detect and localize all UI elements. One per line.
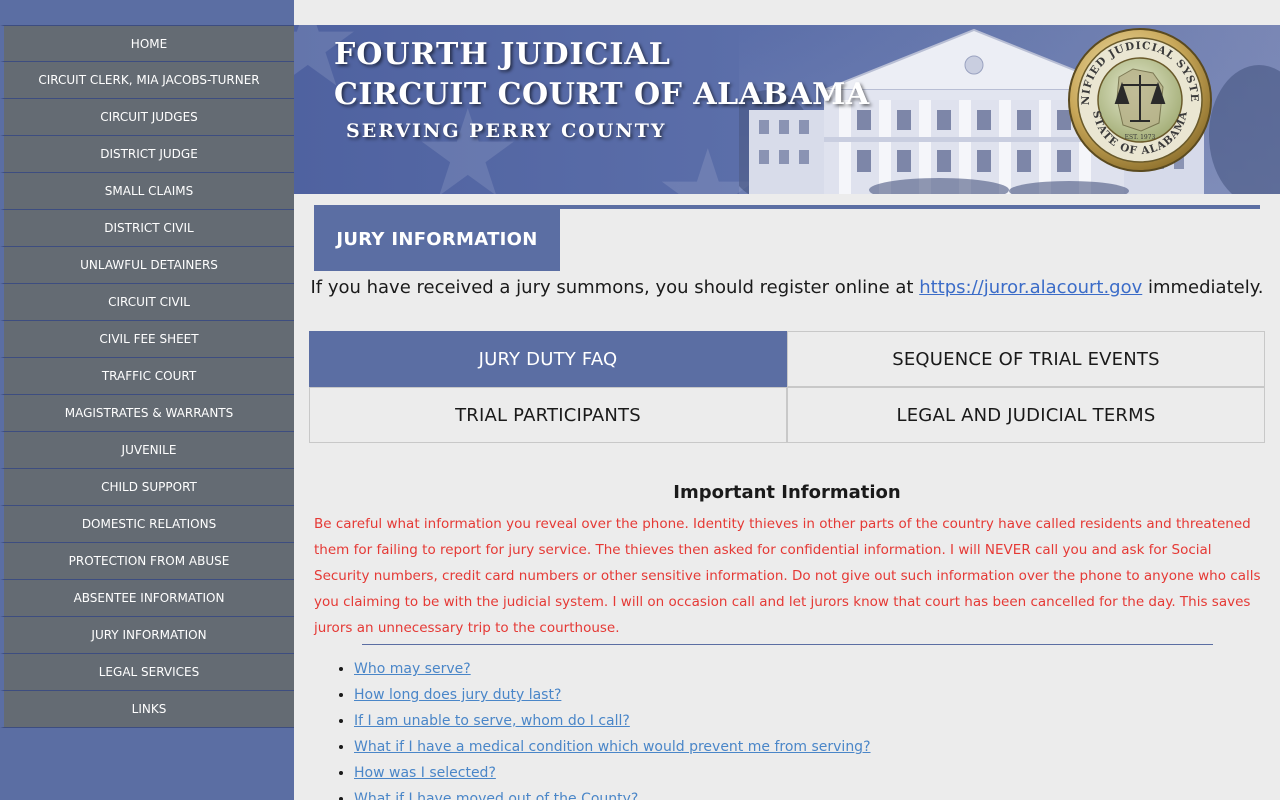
nav-absentee-information[interactable]: ABSENTEE INFORMATION [0, 580, 294, 617]
faq-item: Who may serve? [354, 656, 871, 682]
nav-small-claims[interactable]: SMALL CLAIMS [0, 173, 294, 210]
svg-text:EST. 1973: EST. 1973 [1125, 134, 1156, 141]
faq-item: How was I selected? [354, 760, 871, 786]
faq-link-medical-condition[interactable]: What if I have a medical condition which… [354, 739, 871, 755]
tab-legal-and-judicial-terms[interactable]: LEGAL AND JUDICIAL TERMS [787, 387, 1265, 443]
main-content: JURY INFORMATION If you have received a … [294, 194, 1280, 800]
faq-link-who-may-serve[interactable]: Who may serve? [354, 661, 471, 677]
faq-item: How long does jury duty last? [354, 682, 871, 708]
page-title: JURY INFORMATION [314, 209, 560, 271]
nav-child-support[interactable]: CHILD SUPPORT [0, 469, 294, 506]
nav-jury-information[interactable]: JURY INFORMATION [0, 617, 294, 654]
site-banner: ★ ★ ★ [294, 25, 1280, 194]
faq-list: Who may serve? How long does jury duty l… [334, 656, 871, 800]
nav-magistrates-warrants[interactable]: MAGISTRATES & WARRANTS [0, 395, 294, 432]
nav-traffic-court[interactable]: TRAFFIC COURT [0, 358, 294, 395]
main-nav: HOME CIRCUIT CLERK, MIA JACOBS-TURNER CI… [0, 25, 294, 728]
faq-item: If I am unable to serve, whom do I call? [354, 708, 871, 734]
nav-civil-fee-sheet[interactable]: CIVIL FEE SHEET [0, 321, 294, 358]
tab-trial-participants[interactable]: TRIAL PARTICIPANTS [309, 387, 787, 443]
faq-link-unable-to-serve[interactable]: If I am unable to serve, whom do I call? [354, 713, 630, 729]
faq-link-how-long[interactable]: How long does jury duty last? [354, 687, 561, 703]
jury-info-tabs: JURY DUTY FAQ SEQUENCE OF TRIAL EVENTS T… [309, 331, 1265, 443]
alabama-seal-logo: UNIFIED JUDICIAL SYSTEM STATE OF ALABAMA… [1067, 27, 1212, 172]
summons-text-before: If you have received a jury summons, you… [310, 277, 920, 298]
phone-scam-warning: Be careful what information you reveal o… [314, 516, 1261, 636]
banner-title-line3: SERVING PERRY COUNTY [346, 120, 667, 142]
faq-link-how-selected[interactable]: How was I selected? [354, 765, 496, 781]
nav-district-civil[interactable]: DISTRICT CIVIL [0, 210, 294, 247]
tab-jury-duty-faq[interactable]: JURY DUTY FAQ [309, 331, 787, 387]
summons-notice: If you have received a jury summons, you… [294, 277, 1280, 298]
summons-text-after: immediately. [1142, 277, 1264, 298]
nav-district-judge[interactable]: DISTRICT JUDGE [0, 136, 294, 173]
sidebar: HOME CIRCUIT CLERK, MIA JACOBS-TURNER CI… [0, 0, 294, 800]
nav-links[interactable]: LINKS [0, 691, 294, 728]
banner-title-line2: CIRCUIT COURT OF ALABAMA [334, 77, 870, 112]
nav-circuit-clerk[interactable]: CIRCUIT CLERK, MIA JACOBS-TURNER [0, 62, 294, 99]
faq-item: What if I have moved out of the County? [354, 786, 871, 800]
nav-domestic-relations[interactable]: DOMESTIC RELATIONS [0, 506, 294, 543]
nav-unlawful-detainers[interactable]: UNLAWFUL DETAINERS [0, 247, 294, 284]
faq-item: What if I have a medical condition which… [354, 734, 871, 760]
section-divider [362, 644, 1213, 645]
juror-registration-link[interactable]: https://juror.alacourt.gov [919, 277, 1142, 298]
important-info-heading: Important Information [673, 482, 901, 503]
faq-link-moved-out[interactable]: What if I have moved out of the County? [354, 791, 638, 800]
nav-juvenile[interactable]: JUVENILE [0, 432, 294, 469]
nav-protection-from-abuse[interactable]: PROTECTION FROM ABUSE [0, 543, 294, 580]
nav-circuit-judges[interactable]: CIRCUIT JUDGES [0, 99, 294, 136]
tab-sequence-of-trial-events[interactable]: SEQUENCE OF TRIAL EVENTS [787, 331, 1265, 387]
nav-circuit-civil[interactable]: CIRCUIT CIVIL [0, 284, 294, 321]
nav-legal-services[interactable]: LEGAL SERVICES [0, 654, 294, 691]
banner-title-line1: FOURTH JUDICIAL [334, 37, 671, 72]
nav-home[interactable]: HOME [0, 25, 294, 62]
